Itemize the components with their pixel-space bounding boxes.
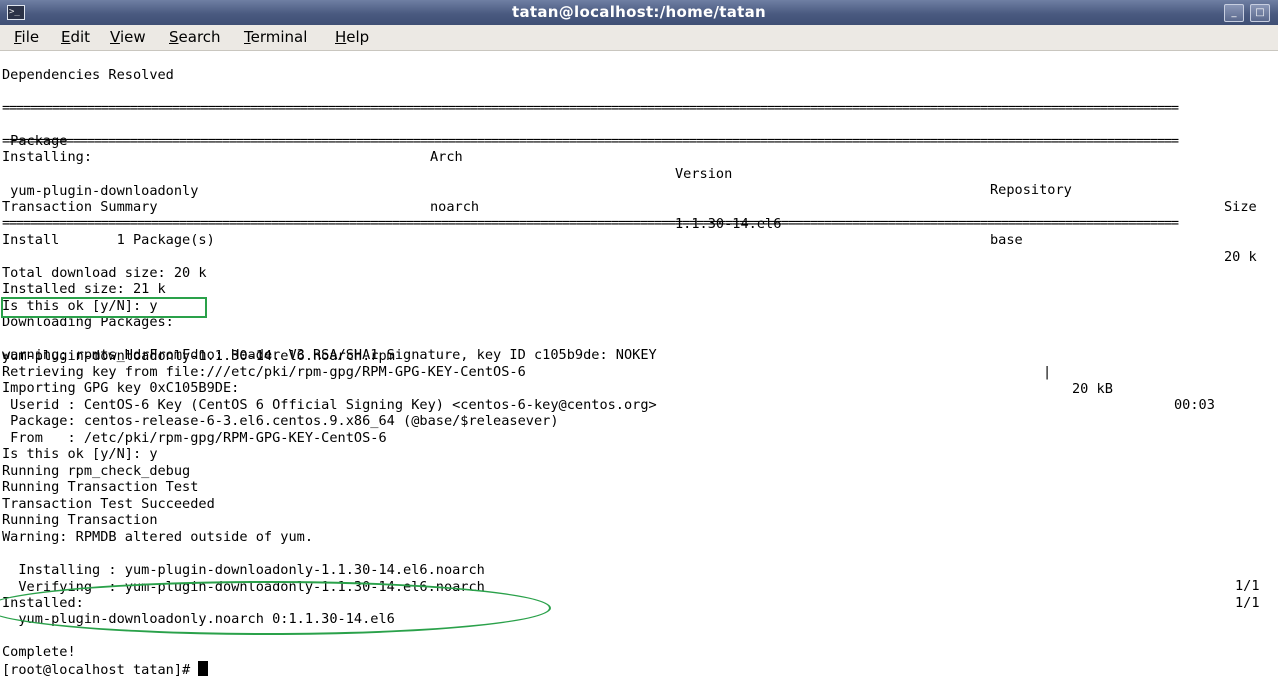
verifying-count: 1/1 [1235,595,1260,611]
download-size: 20 kB [1072,380,1113,397]
row-size: 20 k [1224,248,1257,265]
confirm-prompt-line: Is this ok [y/N]: y [2,446,158,462]
col-arch-header: Arch [430,149,463,165]
check-debug-line: Running rpm_check_debug [2,463,191,479]
download-progress-line: yum-plugin-downloadonly-1.1.30-14.el6.no… [2,331,1276,414]
menu-bar: File Edit View Search Terminal Help [0,25,1278,51]
package-line: Package: centos-release-6-3.el6.centos.9… [2,413,559,429]
table-row: yum-plugin-downloadonly noarch 1.1.30-14… [2,166,1276,265]
row-arch: noarch [430,199,480,215]
shell-prompt-line[interactable]: [root@localhost tatan]# [2,661,209,678]
deps-resolved-line: Dependencies Resolved [2,67,174,83]
col-repository-header: Repository [990,182,1072,198]
total-download-line: Total download size: 20 k [2,265,207,281]
installing-section-line: Installing: [2,149,93,165]
txn-test-ok-line: Transaction Test Succeeded [2,496,215,512]
row-package: yum-plugin-downloadonly [2,182,199,199]
text-cursor [198,661,209,676]
menu-edit[interactable]: Edit [61,28,90,46]
menu-view[interactable]: View [110,28,146,46]
txn-test-line: Running Transaction Test [2,479,199,495]
menu-terminal[interactable]: Terminal [244,28,307,46]
menu-search[interactable]: Search [169,28,221,46]
retrieving-key-line: Retrieving key from file:///etc/pki/rpm-… [2,364,526,380]
highlight-ellipse [0,581,551,635]
menu-file[interactable]: File [14,28,39,46]
title-bar: >_ tatan@localhost:/home/tatan _ □ [0,0,1278,25]
download-bar: | [1043,364,1052,380]
install-count-line: Install 1 Package(s) [2,232,215,248]
userid-line: Userid : CentOS-6 Key (CentOS 6 Official… [2,397,657,413]
separator-line: ========================================… [2,133,1179,149]
separator-line: ========================================… [2,100,1179,116]
table-header-row: Package Arch Version Repository Size [2,116,1276,215]
separator-line: ========================================… [2,215,1179,231]
highlight-box [1,297,207,318]
installed-size-line: Installed size: 21 k [2,281,166,297]
running-txn-line: Running Transaction [2,512,158,528]
maximize-button[interactable]: □ [1250,4,1270,22]
window-title: tatan@localhost:/home/tatan [511,3,767,21]
importing-key-line: Importing GPG key 0xC105B9DE: [2,380,240,396]
row-repository: base [990,232,1023,248]
warning-nokey-line: warning: rpmts_HdrFromFdno: Header V3 RS… [2,347,657,363]
menu-help[interactable]: Help [335,28,369,46]
complete-line: Complete! [2,644,76,660]
txn-summary-line: Transaction Summary [2,199,158,215]
download-time: 00:03 [1174,397,1215,413]
rpmdb-warning-line: Warning: RPMDB altered outside of yum. [2,529,313,545]
minimize-button[interactable]: _ [1224,4,1244,22]
installing-step-line: Installing : yum-plugin-downloadonly-1.1… [2,545,1276,595]
installing-count: 1/1 [1235,578,1260,594]
verifying-step-line: Verifying : yum-plugin-downloadonly-1.1.… [2,562,1276,612]
from-line: From : /etc/pki/rpm-gpg/RPM-GPG-KEY-Cent… [2,430,387,446]
shell-prompt: [root@localhost tatan]# [2,662,199,678]
col-size-header: Size [1224,198,1257,215]
